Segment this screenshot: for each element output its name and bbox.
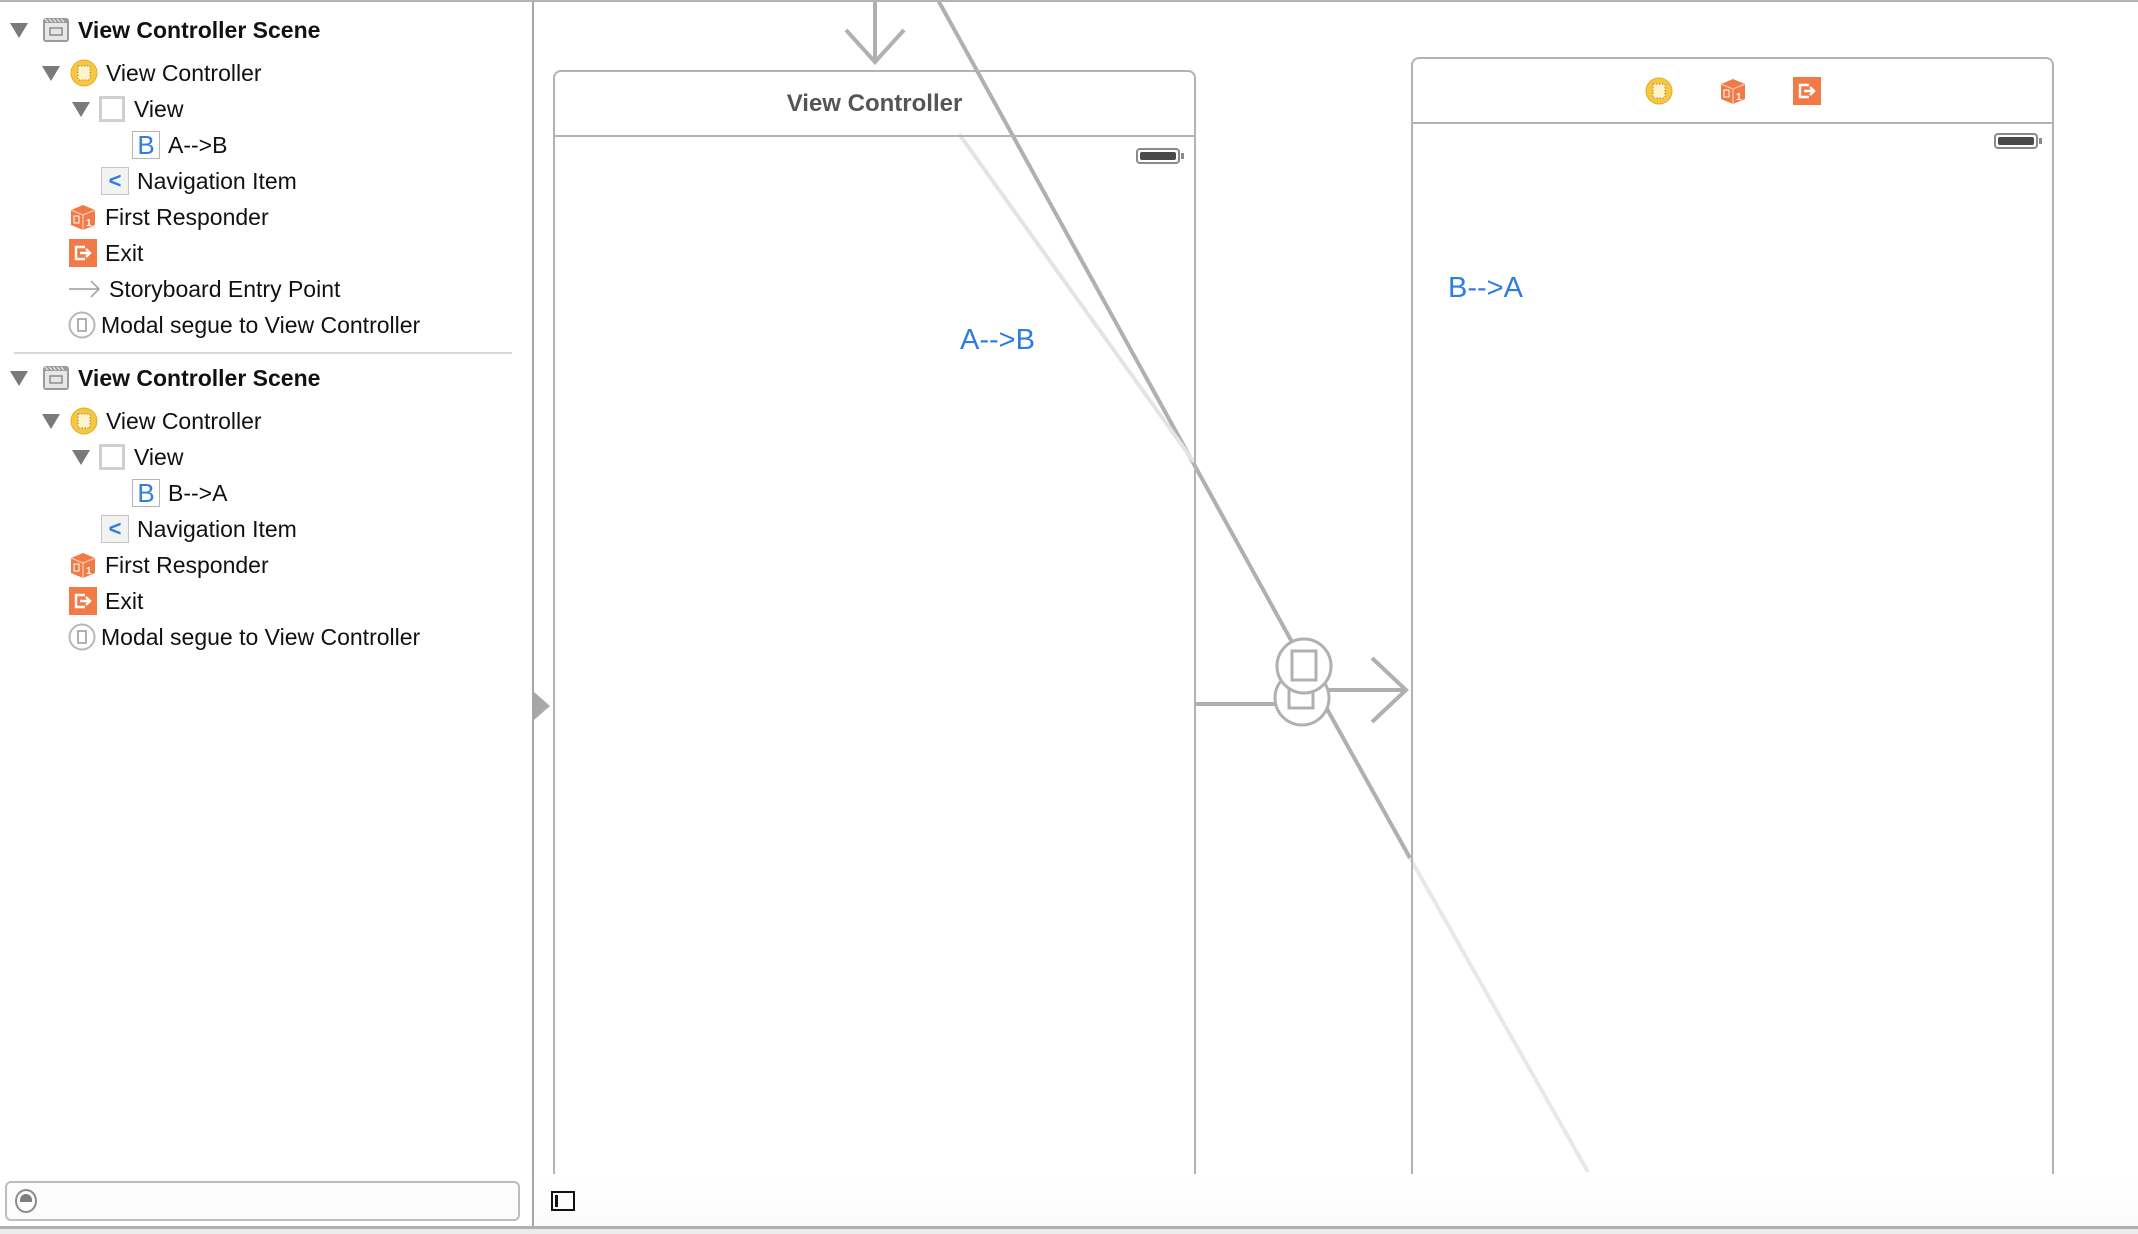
outline-item-exit[interactable]: Exit <box>69 583 143 619</box>
outline-item-exit[interactable]: Exit <box>69 235 143 271</box>
outline-item-label: View <box>134 95 184 122</box>
outline-item-view-controller[interactable]: View Controller <box>42 55 262 91</box>
scene-icon <box>42 16 70 44</box>
scene-dock-icons: 1 <box>1645 76 1821 105</box>
outline-filter-input[interactable] <box>47 1187 511 1217</box>
battery-icon <box>1994 133 2042 149</box>
view-icon <box>98 95 126 123</box>
segue-line-b-to-a-lower <box>1320 699 1412 859</box>
battery-icon <box>1136 148 1184 164</box>
outline-item-label: B-->A <box>168 479 228 506</box>
svg-text:1: 1 <box>86 566 92 577</box>
view-controller-icon[interactable] <box>1645 77 1673 105</box>
outline-item-modal-segue[interactable]: Modal segue to View Controller <box>68 619 420 655</box>
scene-icon <box>42 364 70 392</box>
outline-item-label: Storyboard Entry Point <box>109 275 341 302</box>
first-responder-icon: 1 <box>69 203 97 231</box>
show-outline-toggle-icon[interactable] <box>551 1191 575 1211</box>
scene-b-dock[interactable]: 1 <box>1413 59 2052 124</box>
scene-a-header[interactable]: View Controller <box>555 72 1194 137</box>
storyboard-canvas[interactable]: View Controller A-->B 1 B-->A <box>534 2 2138 1226</box>
scene-title: View Controller Scene <box>78 16 321 43</box>
outline-item-view[interactable]: View <box>72 91 183 127</box>
filter-icon[interactable] <box>15 1189 37 1213</box>
outline-item-label: A-->B <box>168 131 228 158</box>
outline-item-modal-segue[interactable]: Modal segue to View Controller <box>68 307 420 343</box>
modal-segue-icon <box>68 623 96 651</box>
scene-title-label: View Controller <box>786 89 963 117</box>
disclosure-triangle-icon[interactable] <box>42 413 60 429</box>
scene-title: View Controller Scene <box>78 364 321 391</box>
disclosure-triangle-icon[interactable] <box>72 449 90 465</box>
outline-item-label: Modal segue to View Controller <box>101 623 421 650</box>
disclosure-triangle-icon[interactable] <box>10 22 28 38</box>
outline-item-label: Navigation Item <box>137 167 297 194</box>
modal-segue-icon <box>68 311 96 339</box>
svg-text:1: 1 <box>86 218 92 229</box>
offscreen-segue-indicator-icon <box>534 692 550 720</box>
navigation-item-icon: < <box>101 515 129 543</box>
outline-item-button[interactable]: B A-->B <box>132 127 227 163</box>
modal-segue-node-icon[interactable] <box>1275 637 1333 695</box>
outline-item-navigation-item[interactable]: < Navigation Item <box>101 511 297 547</box>
button-b-to-a[interactable]: B-->A <box>1448 272 1523 305</box>
status-strip <box>0 1229 2138 1234</box>
disclosure-triangle-icon[interactable] <box>42 65 60 81</box>
outline-item-first-responder[interactable]: 1 First Responder <box>69 199 269 235</box>
outline-filter-field[interactable] <box>5 1181 520 1221</box>
outline-item-label: First Responder <box>105 203 269 230</box>
disclosure-triangle-icon[interactable] <box>72 101 90 117</box>
svg-text:1: 1 <box>1736 92 1742 103</box>
entry-point-arrow-icon <box>69 275 101 303</box>
first-responder-icon[interactable]: 1 <box>1719 77 1747 105</box>
button-icon: B <box>132 479 160 507</box>
view-icon <box>98 443 126 471</box>
outline-item-label: Exit <box>105 239 144 266</box>
outline-item-label: View Controller <box>106 59 262 86</box>
outline-item-label: First Responder <box>105 551 269 578</box>
first-responder-icon: 1 <box>69 551 97 579</box>
exit-icon[interactable] <box>1792 76 1821 105</box>
view-controller-icon <box>70 407 98 435</box>
outline-item-first-responder[interactable]: 1 First Responder <box>69 547 269 583</box>
outline-item-label: Modal segue to View Controller <box>101 311 421 338</box>
exit-icon <box>69 587 97 615</box>
view-controller-icon <box>70 59 98 87</box>
button-icon: B <box>132 131 160 159</box>
disclosure-triangle-icon[interactable] <box>10 370 28 386</box>
canvas-bottom-bar <box>534 1174 2138 1226</box>
scene-b-view-controller[interactable]: 1 B-->A <box>1411 57 2054 1180</box>
outline-scene-header[interactable]: View Controller Scene <box>10 12 320 48</box>
button-a-to-b[interactable]: A-->B <box>960 324 1035 357</box>
exit-icon <box>69 239 97 267</box>
outline-item-navigation-item[interactable]: < Navigation Item <box>101 163 297 199</box>
outline-scene-header[interactable]: View Controller Scene <box>10 360 320 396</box>
outline-item-label: Navigation Item <box>137 515 297 542</box>
outline-item-label: View <box>134 443 184 470</box>
scene-a-view-controller[interactable]: View Controller A-->B <box>553 70 1196 1180</box>
outline-item-view-controller[interactable]: View Controller <box>42 403 262 439</box>
outline-item-label: View Controller <box>106 407 262 434</box>
outline-item-button[interactable]: B B-->A <box>132 475 227 511</box>
outline-item-storyboard-entry-point[interactable]: Storyboard Entry Point <box>69 271 340 307</box>
outline-item-view[interactable]: View <box>72 439 183 475</box>
outline-item-label: Exit <box>105 587 144 614</box>
scene-divider <box>14 352 512 354</box>
document-outline: View Controller Scene View Controller Vi… <box>0 2 532 1226</box>
navigation-item-icon: < <box>101 167 129 195</box>
